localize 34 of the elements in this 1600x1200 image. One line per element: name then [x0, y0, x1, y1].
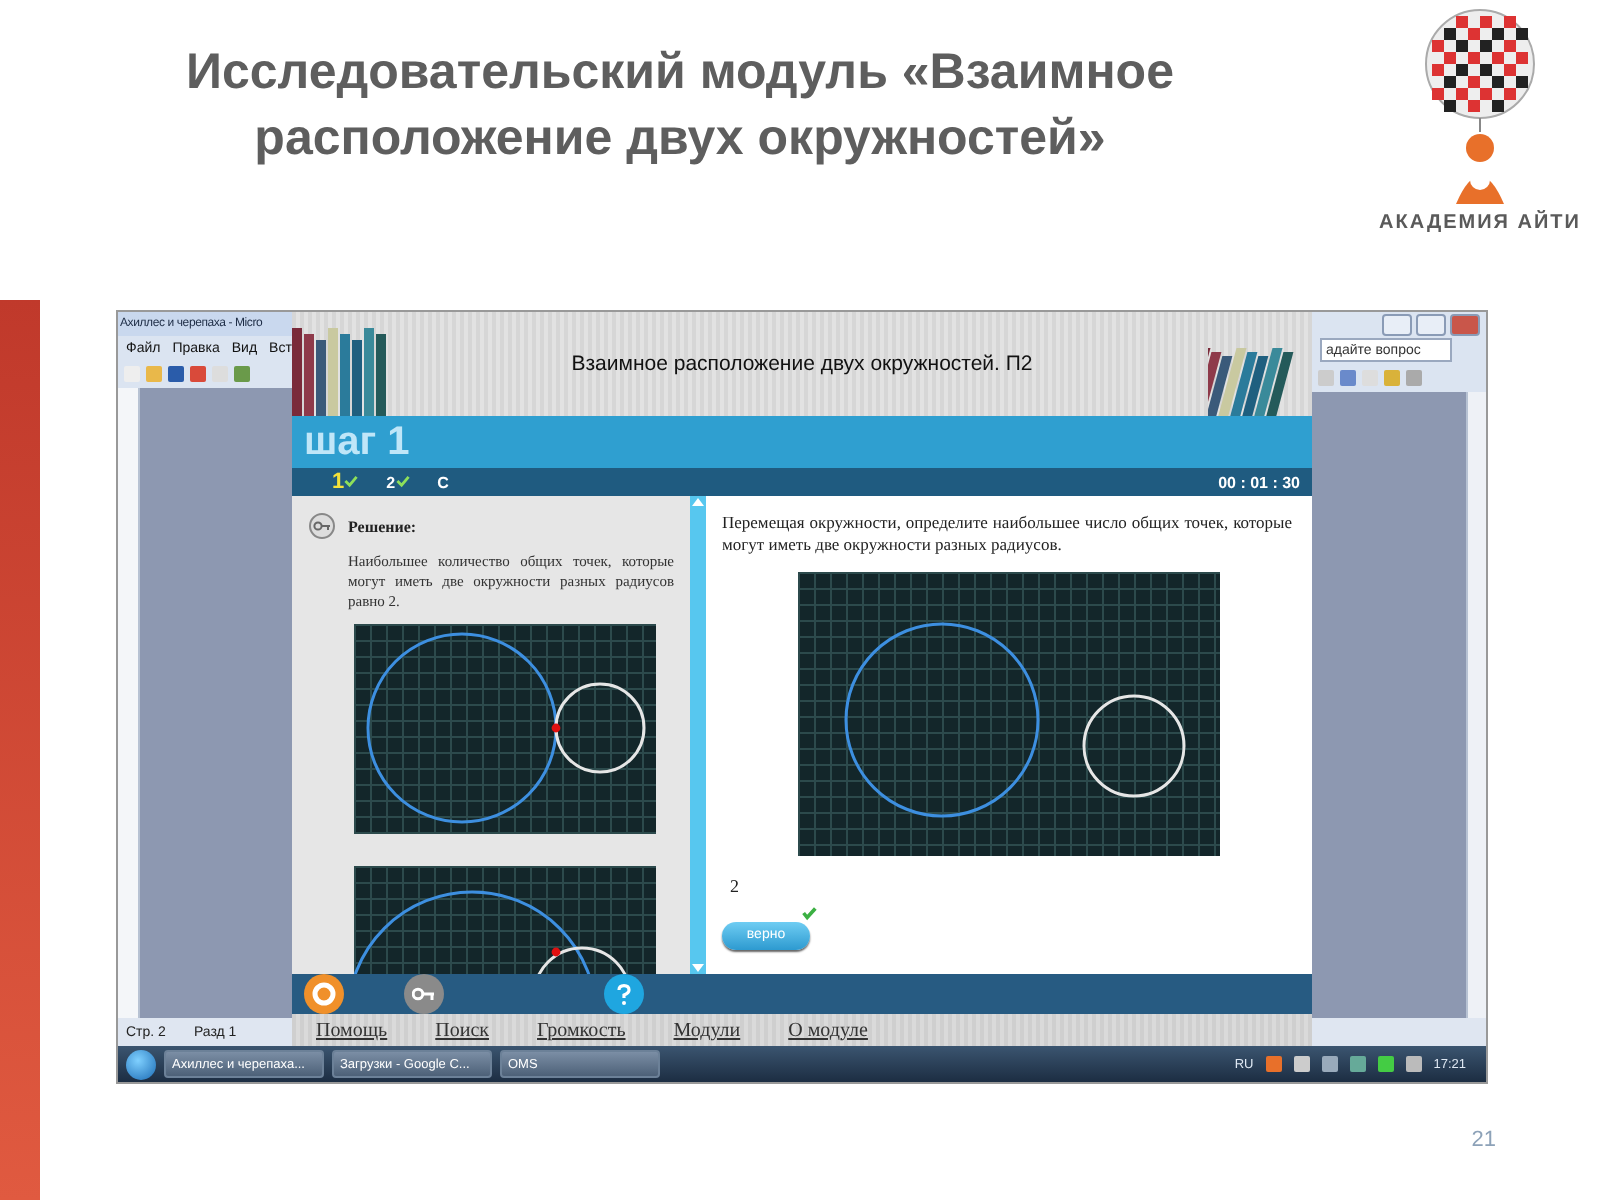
answer-text: 2 [730, 876, 741, 896]
menu-link[interactable]: Помощь [316, 1019, 388, 1041]
check-icon [395, 473, 410, 487]
check-icon [344, 474, 359, 488]
key-icon [412, 986, 436, 1002]
help-button[interactable] [604, 974, 644, 1014]
window-button[interactable] [1450, 313, 1480, 335]
menu-link[interactable]: О модуле [788, 1019, 868, 1041]
start-button[interactable] [126, 1049, 156, 1079]
window-button[interactable] [1382, 313, 1412, 335]
intersection-point [551, 723, 561, 733]
menu-link[interactable]: Модули [673, 1019, 741, 1041]
step-tab[interactable]: 2 [386, 473, 410, 491]
app-title: Взаимное расположение двух окружностей. П2 [569, 352, 1035, 376]
slide-title: Исследовательский модуль «Взаимное расположение двух окружностей» [184, 42, 1176, 170]
step-tab[interactable]: C [437, 473, 449, 491]
task-text: Перемещая окружности, определите наибольшее число общих точек, которые могут иметь две окружности разных радиусов. [722, 512, 1292, 556]
logo-text: АКАДЕМИЯ АЙТИ [1379, 212, 1581, 234]
step-tab[interactable]: 1 [332, 470, 359, 494]
window-button[interactable] [1416, 313, 1446, 335]
question-icon [616, 983, 632, 1005]
lifebuoy-button[interactable] [304, 974, 344, 1014]
lifebuoy-icon [312, 982, 336, 1006]
key-button[interactable] [404, 974, 444, 1014]
key-icon [308, 512, 336, 540]
menu-link[interactable]: Поиск [435, 1019, 489, 1041]
timer: 00 : 01 : 30 [1218, 473, 1300, 491]
solution-heading: Решение: [348, 517, 417, 535]
intersection-point [551, 947, 561, 957]
scrollbar[interactable] [690, 496, 706, 974]
step-title: шаг 1 [304, 419, 410, 465]
page-number: 21 [1471, 1128, 1496, 1152]
menu-link[interactable]: Громкость [537, 1019, 626, 1041]
scrollbar[interactable] [1466, 392, 1486, 1018]
